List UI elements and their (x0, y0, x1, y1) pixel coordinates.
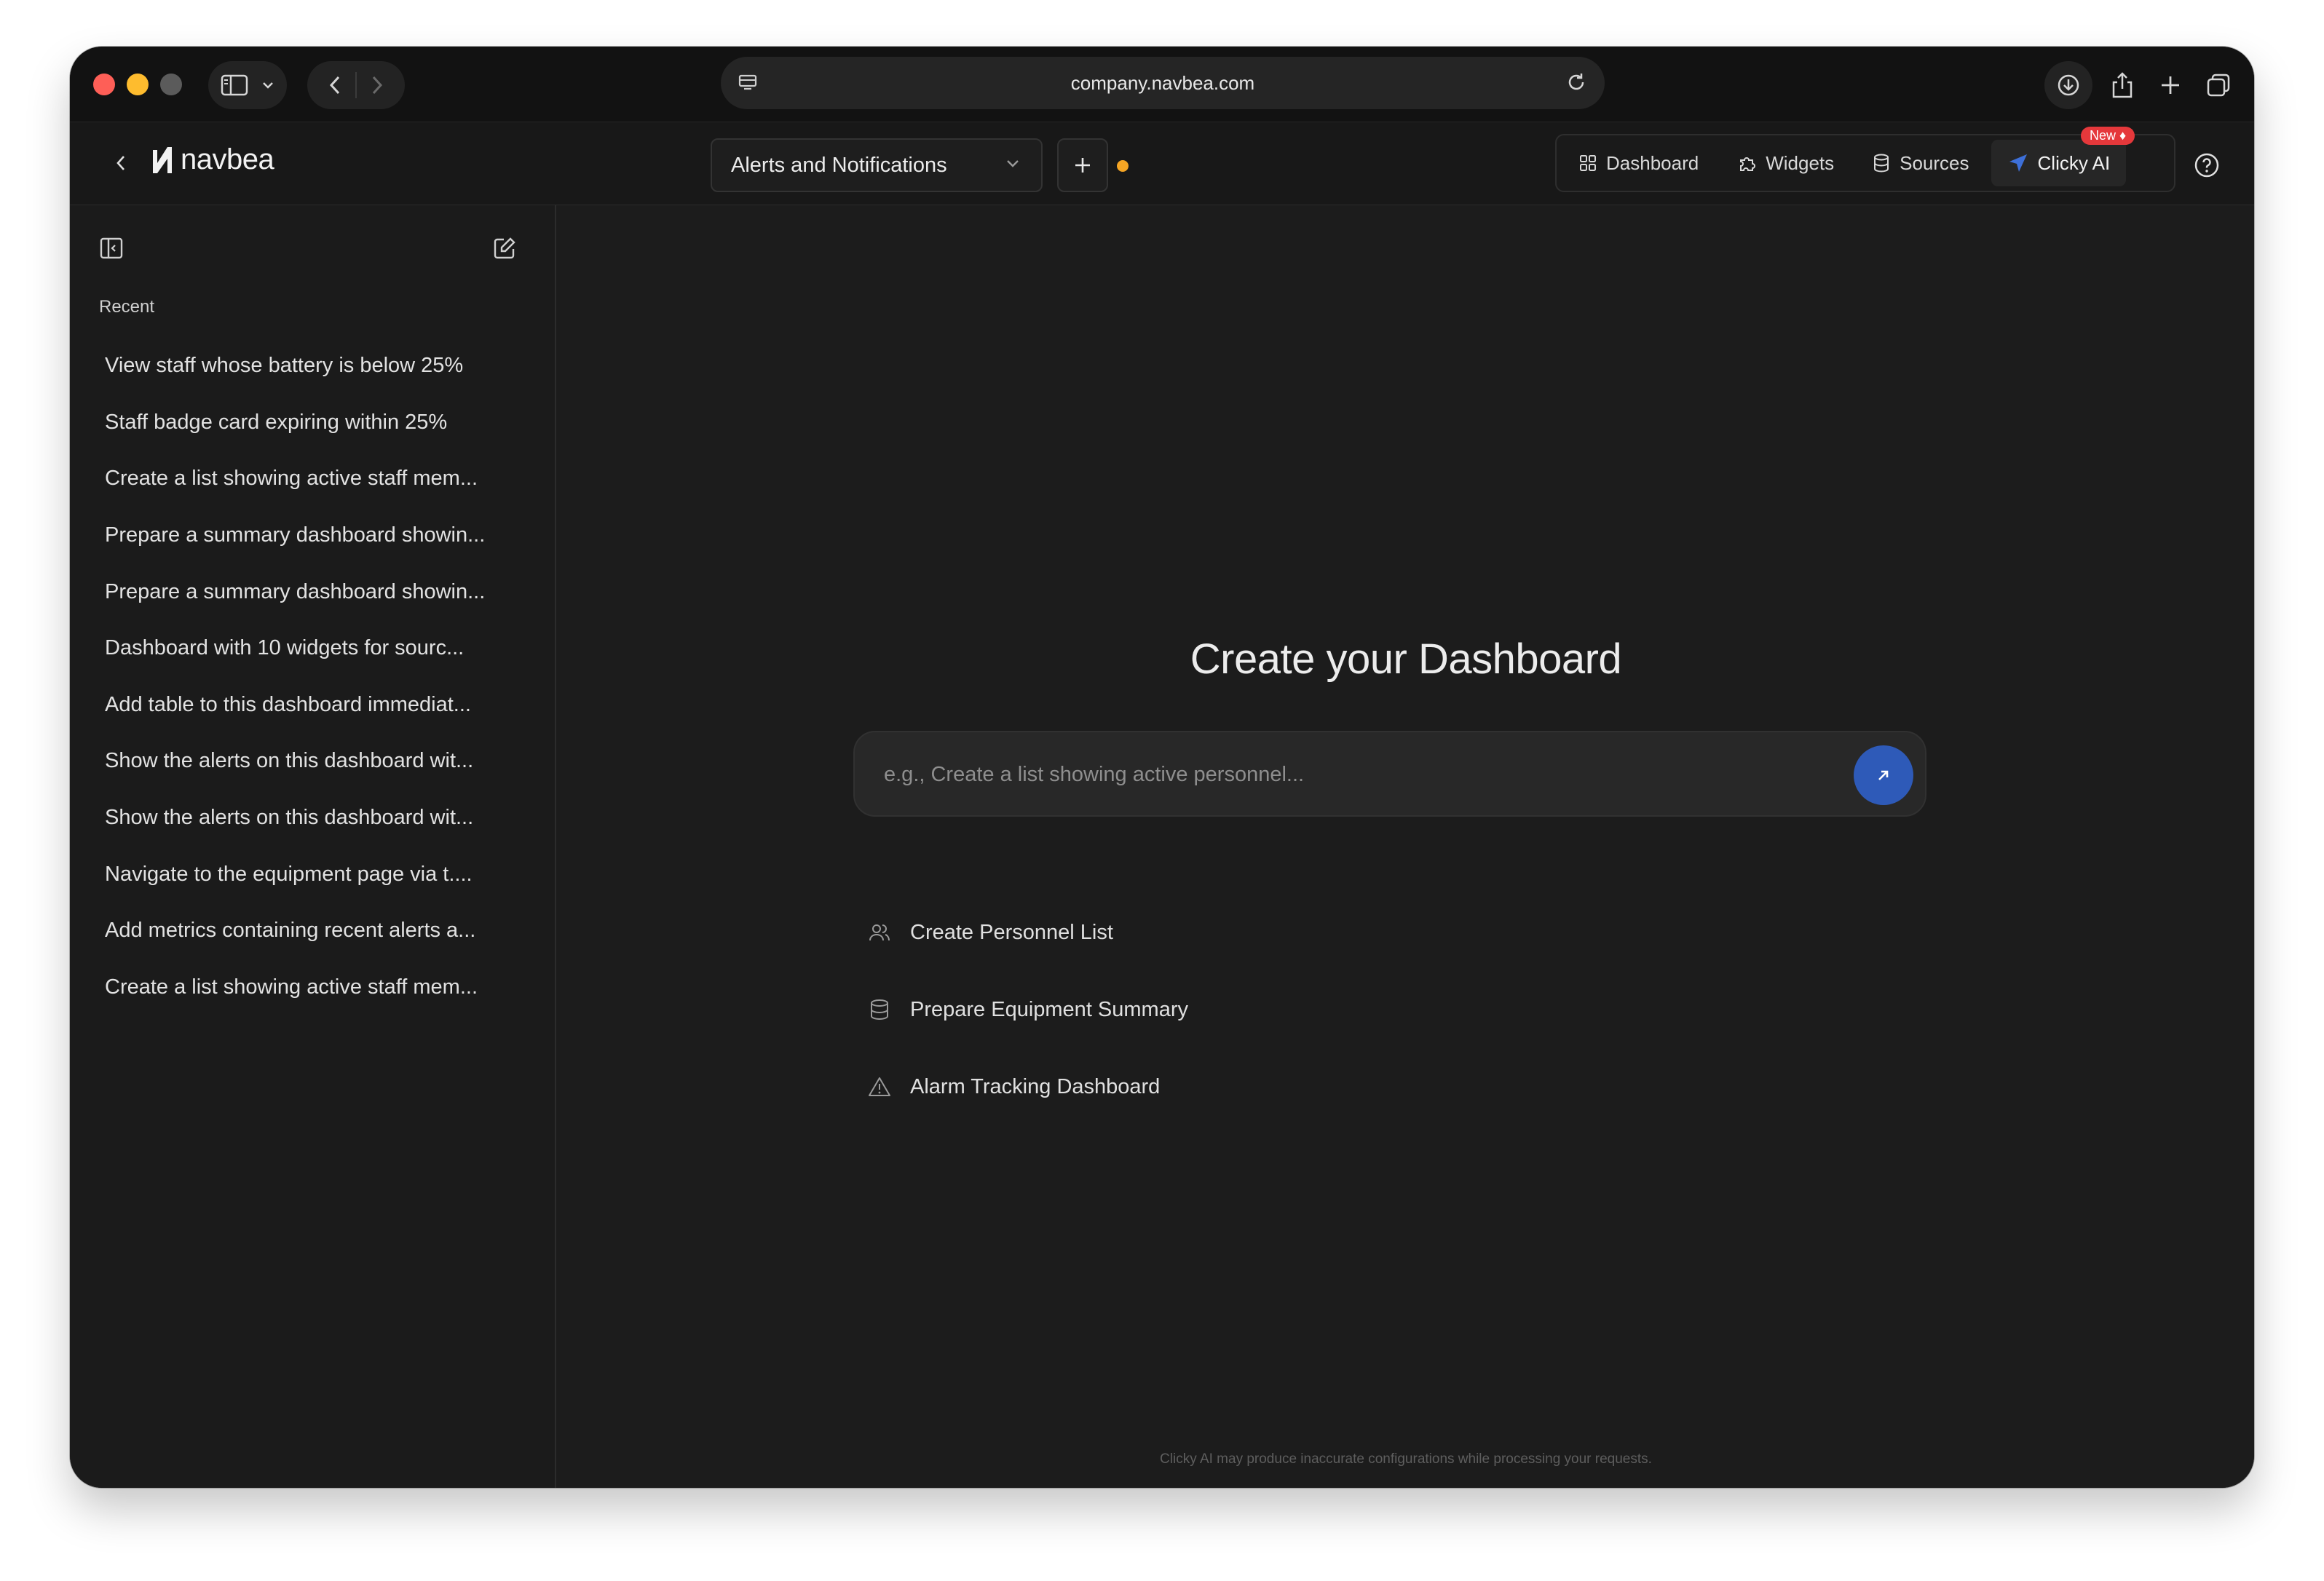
zoom-window-button[interactable] (160, 74, 182, 95)
browser-window: company.navbea.com navbea Alerts and Not… (70, 47, 2254, 1488)
share-button[interactable] (2104, 61, 2141, 109)
downloads-button[interactable] (2044, 61, 2092, 109)
prompt-box (853, 731, 1926, 817)
navbea-logo[interactable]: navbea (150, 143, 274, 176)
new-chat-icon[interactable] (492, 236, 517, 261)
site-settings-icon[interactable] (737, 71, 759, 93)
warning-icon (866, 1074, 893, 1100)
main-nav-tabs: Dashboard Widgets Sources Clicky AI New … (1555, 127, 2175, 192)
app-header: navbea Alerts and Notifications Dashboar… (70, 122, 2254, 205)
recent-item[interactable]: Staff badge card expiring within 25% (90, 395, 542, 451)
suggestion-prepare-equipment-summary[interactable]: Prepare Equipment Summary (866, 971, 1188, 1048)
recent-item[interactable]: Prepare a summary dashboard showin... (90, 507, 542, 564)
tab-label: Sources (1900, 151, 1969, 174)
database-icon (866, 996, 893, 1023)
page-title: Create your Dashboard (1190, 635, 1622, 683)
address-bar[interactable]: company.navbea.com (721, 57, 1605, 109)
recent-heading: Recent (99, 297, 155, 317)
new-badge: New ♦ (2081, 127, 2135, 145)
help-icon[interactable] (2193, 151, 2221, 179)
tab-overview-button[interactable] (2200, 61, 2237, 109)
logo-text: navbea (181, 143, 274, 175)
suggestion-label: Prepare Equipment Summary (910, 997, 1188, 1021)
recent-list: View staff whose battery is below 25% St… (90, 338, 542, 1015)
puzzle-icon (1740, 157, 1756, 171)
tab-sources[interactable]: Sources (1856, 140, 1985, 186)
tab-label: Clicky AI (2037, 151, 2111, 174)
divider (355, 72, 357, 98)
recent-item[interactable]: Add table to this dashboard immediat... (90, 677, 542, 734)
recent-item[interactable]: Create a list showing active staff mem..… (90, 959, 542, 1016)
chevron-down-icon (263, 82, 273, 89)
collapse-sidebar-icon[interactable] (99, 236, 124, 261)
tab-widgets[interactable]: Widgets (1720, 140, 1850, 186)
sidebar-icon (221, 74, 248, 96)
database-icon (1874, 154, 1889, 173)
browser-sidebar-toggle[interactable] (208, 61, 287, 109)
url-text: company.navbea.com (1070, 71, 1255, 94)
suggestion-label: Alarm Tracking Dashboard (910, 1074, 1161, 1098)
back-button[interactable] (108, 150, 134, 176)
share-icon (2112, 72, 2133, 98)
browser-actions (2044, 61, 2237, 109)
reload-icon[interactable] (1564, 70, 1589, 95)
minimize-window-button[interactable] (127, 74, 149, 95)
tabs-icon (2207, 74, 2230, 97)
tab-clicky-ai[interactable]: Clicky AI New ♦ (1991, 127, 2135, 186)
recent-sidebar: Recent View staff whose battery is below… (70, 205, 556, 1488)
send-button[interactable] (1854, 745, 1913, 805)
chevron-down-icon (1007, 160, 1019, 167)
navbea-logo-icon (153, 147, 172, 173)
recent-item[interactable]: Show the alerts on this dashboard wit... (90, 790, 542, 847)
close-window-button[interactable] (93, 74, 115, 95)
unsaved-status-dot (1117, 160, 1129, 172)
recent-item[interactable]: Create a list showing active staff mem..… (90, 451, 542, 507)
recent-item[interactable]: Dashboard with 10 widgets for sourc... (90, 620, 542, 677)
plus-icon (1075, 158, 1090, 173)
chevron-left-icon (116, 156, 125, 170)
prompt-input[interactable] (884, 758, 1830, 790)
recent-item[interactable]: View staff whose battery is below 25% (90, 338, 542, 395)
arrow-up-right-icon (1878, 770, 1889, 780)
download-icon (2058, 74, 2079, 96)
suggestion-create-personnel-list[interactable]: Create Personnel List (866, 894, 1188, 971)
recent-item[interactable]: Add metrics containing recent alerts a..… (90, 903, 542, 959)
ai-disclaimer: Clicky AI may produce inaccurate configu… (1160, 1451, 1652, 1467)
history-nav (307, 61, 405, 109)
browser-toolbar: company.navbea.com (70, 47, 2254, 122)
plus-icon (2162, 76, 2179, 94)
recent-item[interactable]: Prepare a summary dashboard showin... (90, 563, 542, 620)
suggestion-label: Create Personnel List (910, 920, 1113, 944)
dashboard-selector-value: Alerts and Notifications (731, 153, 947, 177)
add-dashboard-button[interactable] (1057, 138, 1108, 192)
recent-item[interactable]: Navigate to the equipment page via t.... (90, 846, 542, 903)
recent-item[interactable]: Show the alerts on this dashboard wit... (90, 733, 542, 790)
suggestion-alarm-tracking-dashboard[interactable]: Alarm Tracking Dashboard (866, 1048, 1188, 1125)
dashboard-selector[interactable]: Alerts and Notifications (711, 138, 1043, 192)
main-content: Create your Dashboard e.g., Create a lis… (558, 205, 2254, 1488)
new-tab-button[interactable] (2152, 61, 2189, 109)
back-arrow-icon[interactable] (328, 74, 342, 96)
tab-dashboard[interactable]: Dashboard (1562, 140, 1715, 186)
tab-label: Dashboard (1606, 151, 1699, 174)
forward-arrow-icon[interactable] (370, 74, 384, 96)
tab-label: Widgets (1766, 151, 1835, 174)
grid-icon (1580, 155, 1596, 171)
send-arrow-icon (2009, 154, 2027, 172)
users-icon (866, 919, 893, 946)
suggestions-list: Create Personnel List Prepare Equipment … (866, 894, 1188, 1125)
